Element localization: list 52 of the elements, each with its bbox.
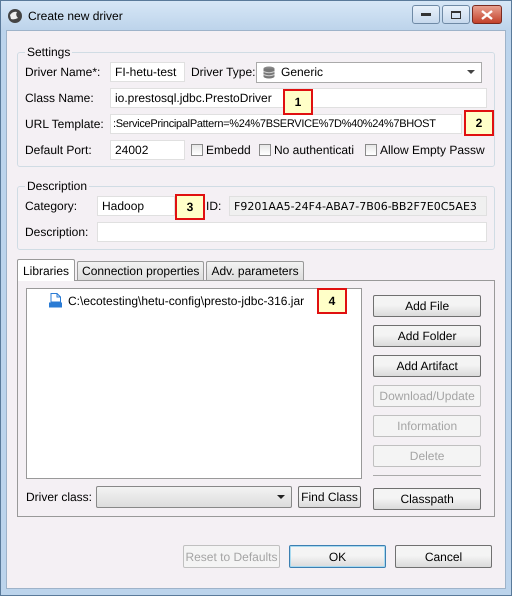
field-label: Category: — [25, 199, 78, 213]
field-label: URL Template: — [25, 117, 105, 131]
library-item[interactable]: C:\ecotesting\hetu-config\presto-jdbc-316.jar — [68, 294, 304, 308]
checkbox[interactable] — [365, 144, 377, 156]
group-title: Description — [26, 179, 88, 193]
driver-type-dropdown[interactable]: Generic — [256, 62, 482, 82]
classpath-button[interactable]: Classpath — [373, 488, 481, 510]
dialog-button[interactable]: OK — [289, 545, 386, 568]
app-icon — [7, 8, 23, 24]
maximize-icon — [451, 10, 461, 18]
field-label: Driver Name*: — [25, 65, 102, 79]
description-field[interactable] — [97, 222, 487, 242]
checkbox[interactable] — [259, 144, 271, 156]
library-button[interactable]: Add Folder — [373, 325, 481, 347]
callout-badge: 4 — [317, 288, 347, 314]
checkbox[interactable] — [191, 144, 203, 156]
maximize-button[interactable] — [442, 5, 470, 24]
field-label: Driver class: — [26, 490, 94, 504]
tab[interactable]: Adv. parameters — [206, 261, 304, 280]
minimize-button[interactable] — [412, 5, 440, 24]
library-button[interactable]: Add File — [373, 295, 481, 317]
field-label: Default Port: — [25, 143, 93, 157]
caret-icon — [277, 495, 285, 499]
caret-icon — [467, 70, 475, 74]
tab[interactable]: Connection properties — [77, 261, 204, 280]
callout-badge: 1 — [283, 89, 313, 115]
checkbox-label: Allow Empty Passw — [380, 143, 485, 157]
field-label: Class Name: — [25, 91, 95, 105]
driver-class-dropdown[interactable] — [96, 486, 292, 508]
checkbox-label: No authenticati — [274, 143, 354, 157]
library-button[interactable]: Add Artifact — [373, 355, 481, 377]
minimize-icon — [421, 12, 431, 16]
field-label: Description: — [25, 225, 90, 239]
driver-name-field[interactable]: FI-hetu-test — [110, 62, 185, 82]
dialog-button[interactable]: Cancel — [395, 545, 492, 568]
close-button[interactable] — [472, 5, 502, 24]
jar-file-icon — [49, 293, 62, 308]
default-port-field[interactable]: 24002 — [110, 140, 185, 160]
window-title: Create new driver — [28, 8, 124, 22]
field-label: ID: — [206, 199, 222, 213]
group-title: Settings — [26, 45, 72, 59]
find-class-button[interactable]: Find Class — [298, 486, 361, 508]
callout-badge: 2 — [464, 110, 494, 136]
category-field[interactable]: Hadoop — [97, 196, 175, 216]
tab[interactable]: Libraries — [17, 259, 76, 281]
id-field[interactable]: F9201AA5-24F4-ABA7-7B06-BB2F7E0C5AE3 — [229, 196, 487, 216]
close-icon — [481, 10, 493, 20]
url-template-field[interactable]: :ServicePrincipalPattern=%24%7BSERVICE%7D%40%24%7BHOST — [110, 114, 462, 134]
field-label: Driver Type: — [191, 65, 256, 79]
database-icon — [263, 66, 275, 78]
callout-badge: 3 — [175, 194, 205, 220]
checkbox-label: Embedd — [206, 143, 251, 157]
